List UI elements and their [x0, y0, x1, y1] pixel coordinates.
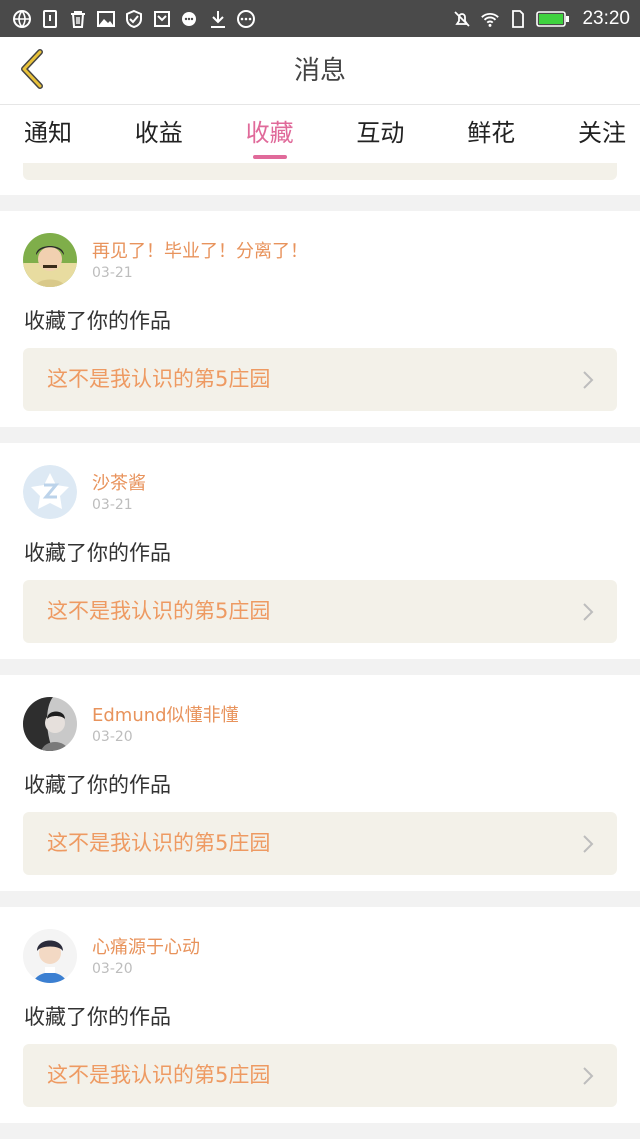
- tab-interactions[interactable]: 互动: [356, 105, 404, 163]
- list-item: 心痛源于心动 03-20 收藏了你的作品 这不是我认识的第5庄园: [0, 907, 640, 1123]
- timestamp: 03-20: [92, 961, 133, 977]
- action-text: 收藏了你的作品: [24, 773, 171, 797]
- tab-notifications[interactable]: 通知: [24, 105, 72, 163]
- chevron-right-icon: [581, 832, 595, 856]
- wifi-icon: [480, 9, 500, 29]
- tab-bar: 通知 收益 收藏 互动 鲜花 关注: [0, 105, 640, 163]
- back-button[interactable]: [12, 49, 52, 93]
- work-title: 这不是我认识的第5庄园: [47, 831, 271, 855]
- chevron-right-icon: [581, 1064, 595, 1088]
- action-text: 收藏了你的作品: [24, 541, 171, 565]
- work-link[interactable]: 这不是我认识的第5庄园: [23, 1044, 617, 1107]
- globe-icon: [12, 9, 32, 29]
- mute-icon: [452, 9, 472, 29]
- page-title: 消息: [293, 56, 346, 86]
- notification-icons: [12, 9, 256, 29]
- more-icon: [236, 9, 256, 29]
- work-link[interactable]: 这不是我认识的第5庄园: [23, 812, 617, 875]
- battery-icon: [536, 9, 570, 29]
- sim-icon: [40, 9, 60, 29]
- timestamp: 03-20: [92, 729, 133, 745]
- avatar[interactable]: [23, 233, 77, 287]
- list-item: 沙茶酱 03-21 收藏了你的作品 这不是我认识的第5庄园: [0, 443, 640, 659]
- avatar[interactable]: [23, 465, 77, 519]
- username-link[interactable]: Edmund似懂非懂: [92, 701, 239, 727]
- favorites-feed: 再见了！毕业了！分离了！ 03-21 收藏了你的作品 这不是我认识的第5庄园 沙…: [0, 211, 640, 1139]
- previous-card-remnant: [0, 163, 640, 195]
- work-link[interactable]: 这不是我认识的第5庄园: [23, 348, 617, 411]
- avatar[interactable]: [23, 697, 77, 751]
- chevron-right-icon: [581, 600, 595, 624]
- mail-icon: [152, 9, 172, 29]
- list-item: Edmund似懂非懂 03-20 收藏了你的作品 这不是我认识的第5庄园: [0, 675, 640, 891]
- chevron-left-icon: [18, 49, 46, 93]
- image-icon: [96, 9, 116, 29]
- download-icon: [208, 9, 228, 29]
- timestamp: 03-21: [92, 265, 133, 281]
- action-text: 收藏了你的作品: [24, 1005, 171, 1029]
- work-title: 这不是我认识的第5庄园: [47, 367, 271, 391]
- username-link[interactable]: 沙茶酱: [92, 469, 146, 495]
- sim-card-icon: [508, 9, 528, 29]
- trash-icon: [68, 9, 88, 29]
- username-link[interactable]: 再见了！毕业了！分离了！: [92, 237, 308, 263]
- action-text: 收藏了你的作品: [24, 309, 171, 333]
- work-title: 这不是我认识的第5庄园: [47, 1063, 271, 1087]
- work-link[interactable]: 这不是我认识的第5庄园: [23, 580, 617, 643]
- tab-follows[interactable]: 关注: [578, 105, 626, 163]
- chevron-right-icon: [581, 368, 595, 392]
- status-bar: 23:20: [0, 0, 640, 37]
- username-link[interactable]: 心痛源于心动: [92, 933, 200, 959]
- work-title: 这不是我认识的第5庄园: [47, 599, 271, 623]
- previous-work-link[interactable]: [23, 163, 617, 180]
- clock: 23:20: [582, 7, 630, 29]
- system-icons: 23:20: [452, 8, 630, 30]
- shield-icon: [124, 9, 144, 29]
- avatar[interactable]: [23, 929, 77, 983]
- tab-earnings[interactable]: 收益: [135, 105, 183, 163]
- timestamp: 03-21: [92, 497, 133, 513]
- chat-icon: [180, 9, 200, 29]
- tab-flowers[interactable]: 鲜花: [467, 105, 515, 163]
- app-header: 消息: [0, 37, 640, 105]
- tab-favorites[interactable]: 收藏: [246, 105, 294, 163]
- list-item: 再见了！毕业了！分离了！ 03-21 收藏了你的作品 这不是我认识的第5庄园: [0, 211, 640, 427]
